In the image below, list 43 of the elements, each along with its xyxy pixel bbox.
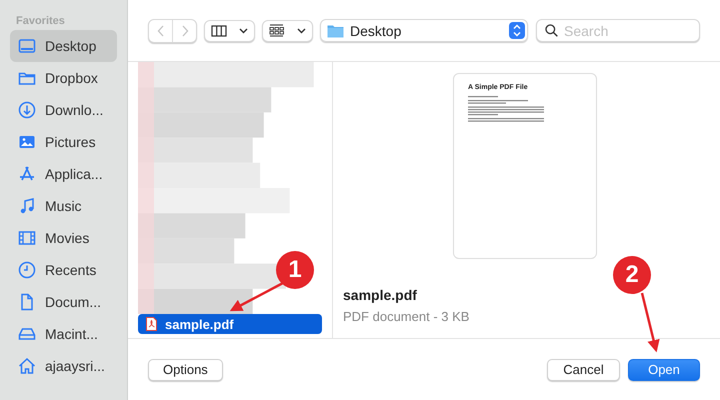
desktop-icon bbox=[18, 37, 36, 55]
search-icon bbox=[545, 24, 558, 37]
column-view-button[interactable] bbox=[204, 20, 255, 42]
sidebar-item[interactable]: Movies bbox=[10, 222, 117, 254]
pdf-file-icon bbox=[146, 317, 157, 331]
columns-icon bbox=[211, 24, 227, 36]
sidebar-item[interactable]: Macint... bbox=[10, 318, 117, 350]
file-details: PDF document - 3 KB bbox=[343, 309, 470, 324]
sidebar-header: Favorites bbox=[15, 15, 66, 27]
file-name: sample.pdf bbox=[343, 287, 418, 303]
sidebar-item[interactable]: Applica... bbox=[10, 158, 117, 190]
sidebar-item[interactable]: ajaaysri... bbox=[10, 350, 117, 382]
caret-icon bbox=[239, 28, 248, 34]
grid-icon bbox=[269, 24, 284, 37]
clock-icon bbox=[18, 261, 36, 279]
sidebar-item[interactable]: Downlo... bbox=[10, 94, 117, 126]
stepper-icon bbox=[509, 22, 525, 39]
apps-icon bbox=[18, 165, 36, 183]
sidebar-item[interactable]: Pictures bbox=[10, 126, 117, 158]
sidebar-item[interactable]: Docum... bbox=[10, 286, 117, 318]
folder-icon bbox=[327, 24, 344, 38]
chevron-right-icon bbox=[180, 24, 188, 36]
sidebar-item[interactable]: Music bbox=[10, 190, 117, 222]
home-icon bbox=[18, 357, 36, 375]
music-note-icon bbox=[18, 197, 36, 215]
file-row[interactable]: sample.pdf bbox=[138, 314, 322, 334]
download-icon bbox=[18, 101, 36, 119]
sidebar-item[interactable]: Recents bbox=[10, 254, 117, 286]
dialog-button[interactable]: Options bbox=[148, 358, 223, 380]
sidebar-item[interactable]: Dropbox bbox=[10, 62, 117, 94]
open-button[interactable]: Open bbox=[628, 358, 700, 380]
group-button[interactable] bbox=[262, 20, 313, 42]
step-badge: 2 bbox=[613, 256, 651, 294]
pictures-icon bbox=[18, 133, 36, 151]
film-icon bbox=[18, 229, 36, 247]
annotation-arrow bbox=[230, 282, 284, 312]
dialog-button[interactable]: Cancel bbox=[547, 358, 620, 380]
caret-icon bbox=[296, 28, 306, 34]
search-field[interactable]: Search bbox=[536, 19, 700, 42]
annotation-arrow bbox=[640, 292, 660, 352]
chevron-left-icon bbox=[156, 24, 164, 36]
location-popup[interactable]: Desktop bbox=[320, 19, 528, 42]
sidebar-item[interactable]: Desktop bbox=[10, 30, 117, 62]
